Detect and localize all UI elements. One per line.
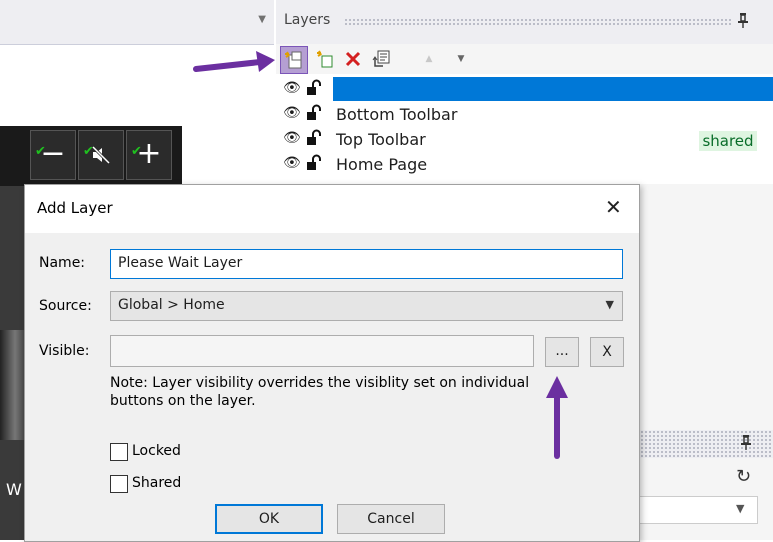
annotation-overlay	[193, 51, 568, 459]
annotation-arrow-icon	[546, 376, 568, 459]
annotation-arrow-icon	[193, 51, 275, 72]
